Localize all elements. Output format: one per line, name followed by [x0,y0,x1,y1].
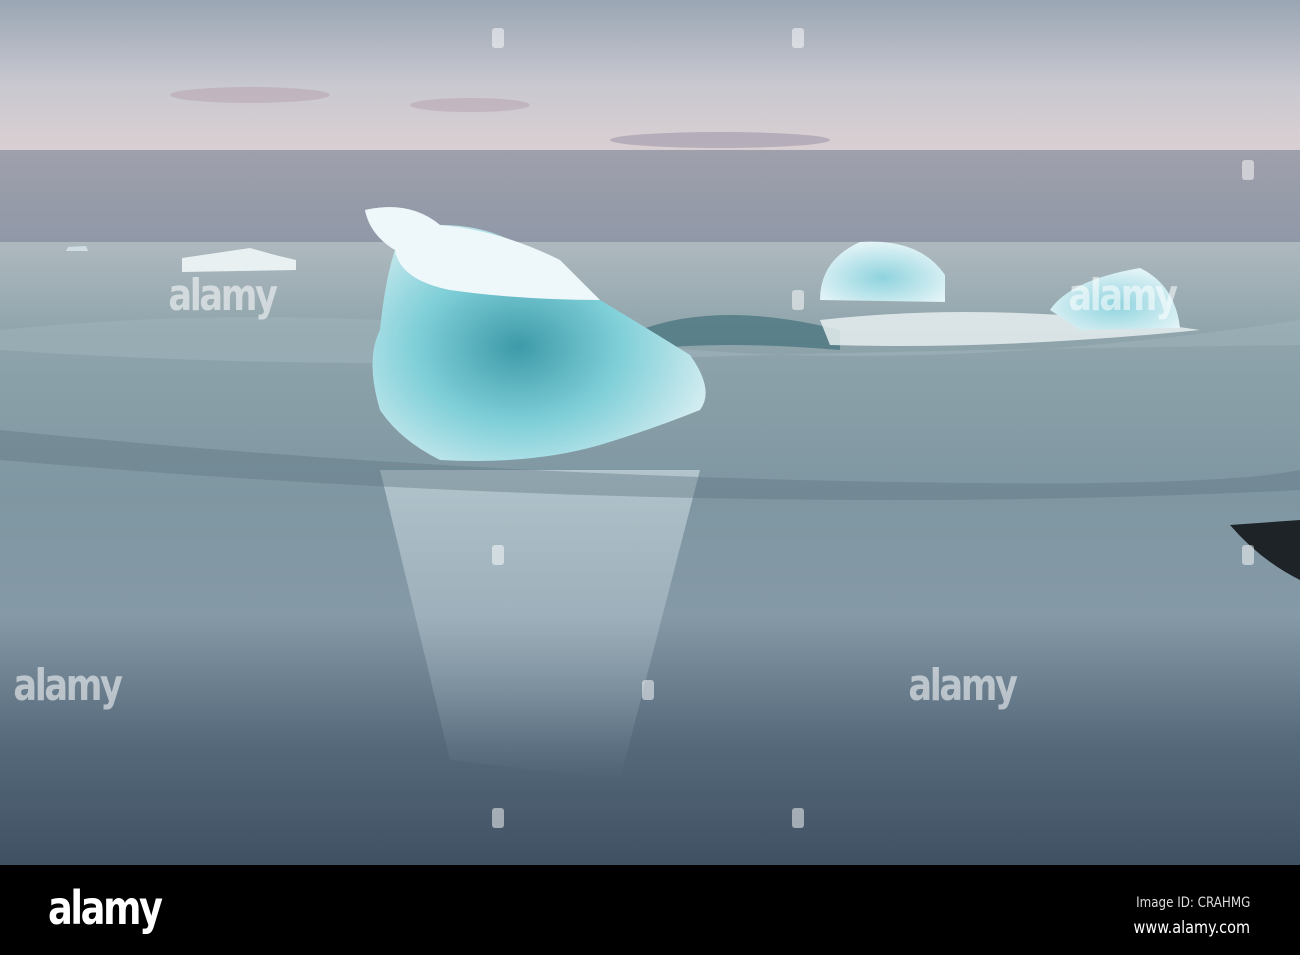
watermark-icon [792,28,804,48]
watermark-icon [492,545,504,565]
website-link: www.alamy.com [1133,918,1250,938]
alamy-logo: alamy [48,881,163,935]
watermark-icon [1242,545,1254,565]
watermark-logo: alamy [168,270,278,321]
watermark-icon [1242,160,1254,180]
image-id: Image ID: CRAHMG [1135,895,1250,911]
footer-bar: alamy Image ID: CRAHMG www.alamy.com [0,865,1300,955]
photo-glacier-ice-on-black-beach [0,0,1300,865]
watermark-logo: alamy [1068,270,1178,321]
watermark-icon [642,680,654,700]
watermark-icon [792,290,804,310]
watermark-logo: alamy [13,660,123,711]
watermark-logo: alamy [908,660,1018,711]
watermark-icon [492,808,504,828]
watermark-icon [792,808,804,828]
watermark-icon [492,28,504,48]
